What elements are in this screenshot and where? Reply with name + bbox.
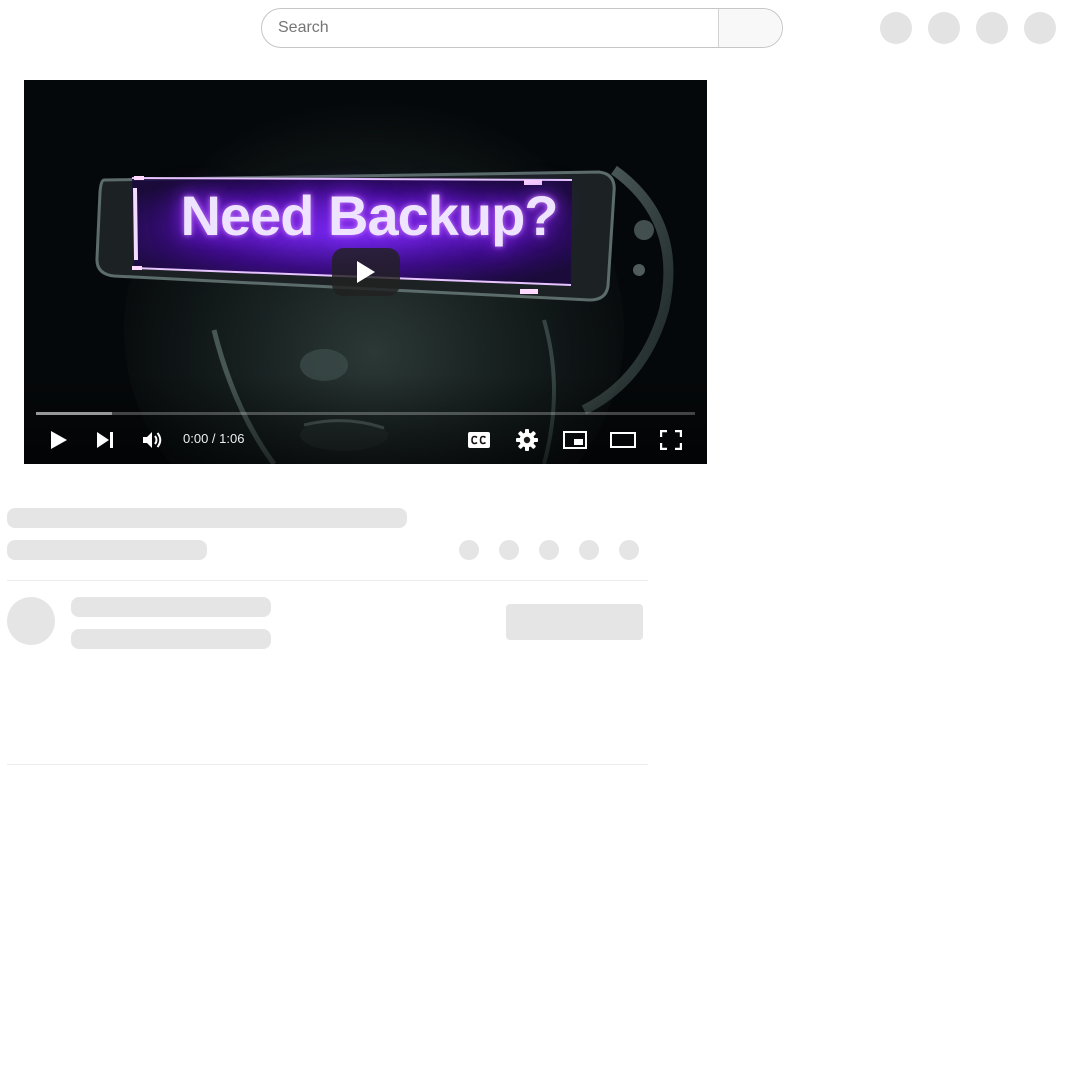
search-button[interactable]: [718, 9, 782, 47]
search-bar: [261, 8, 783, 48]
miniplayer-icon: [563, 431, 587, 449]
subscribe-button-placeholder[interactable]: [506, 604, 643, 640]
gear-icon: [516, 429, 538, 451]
theater-mode-icon: [610, 432, 636, 448]
divider: [7, 764, 648, 765]
channel-name-placeholder: [71, 597, 271, 617]
next-button[interactable]: [88, 426, 124, 454]
thumbnail-title-text: Need Backup?: [180, 184, 559, 247]
subscriber-count-placeholder: [71, 629, 271, 649]
header-icon-placeholder[interactable]: [976, 12, 1008, 44]
action-button-placeholder[interactable]: [579, 540, 599, 560]
next-track-icon: [97, 432, 113, 448]
channel-avatar-placeholder[interactable]: [7, 597, 55, 645]
header-icon-placeholder[interactable]: [880, 12, 912, 44]
action-button-placeholder[interactable]: [459, 540, 479, 560]
video-player[interactable]: Need Backup? 0:00 / 1:06: [24, 80, 707, 464]
search-input[interactable]: [262, 9, 718, 47]
time-separator: /: [208, 431, 220, 446]
play-icon: [357, 261, 375, 283]
fullscreen-button[interactable]: [653, 426, 689, 454]
settings-button[interactable]: [509, 426, 545, 454]
fullscreen-icon: [660, 430, 682, 450]
action-button-placeholder[interactable]: [539, 540, 559, 560]
closed-captions-icon: [468, 432, 490, 448]
play-button[interactable]: [41, 426, 77, 454]
duration: 1:06: [219, 431, 245, 446]
action-button-placeholder[interactable]: [619, 540, 639, 560]
time-display: 0:00 / 1:06: [183, 431, 244, 446]
header-icon-placeholder[interactable]: [928, 12, 960, 44]
theater-mode-button[interactable]: [605, 426, 641, 454]
volume-button[interactable]: [135, 426, 171, 454]
volume-icon: [143, 432, 162, 448]
large-play-button[interactable]: [332, 248, 400, 296]
avatar-placeholder[interactable]: [1024, 12, 1056, 44]
miniplayer-button[interactable]: [557, 426, 593, 454]
divider: [7, 580, 648, 581]
title-placeholder: [7, 508, 407, 528]
progress-bar[interactable]: [36, 412, 695, 415]
play-icon: [51, 431, 67, 449]
action-button-placeholder[interactable]: [499, 540, 519, 560]
captions-button[interactable]: [461, 426, 497, 454]
progress-buffered: [36, 412, 112, 415]
current-time: 0:00: [183, 431, 209, 446]
view-count-placeholder: [7, 540, 207, 560]
